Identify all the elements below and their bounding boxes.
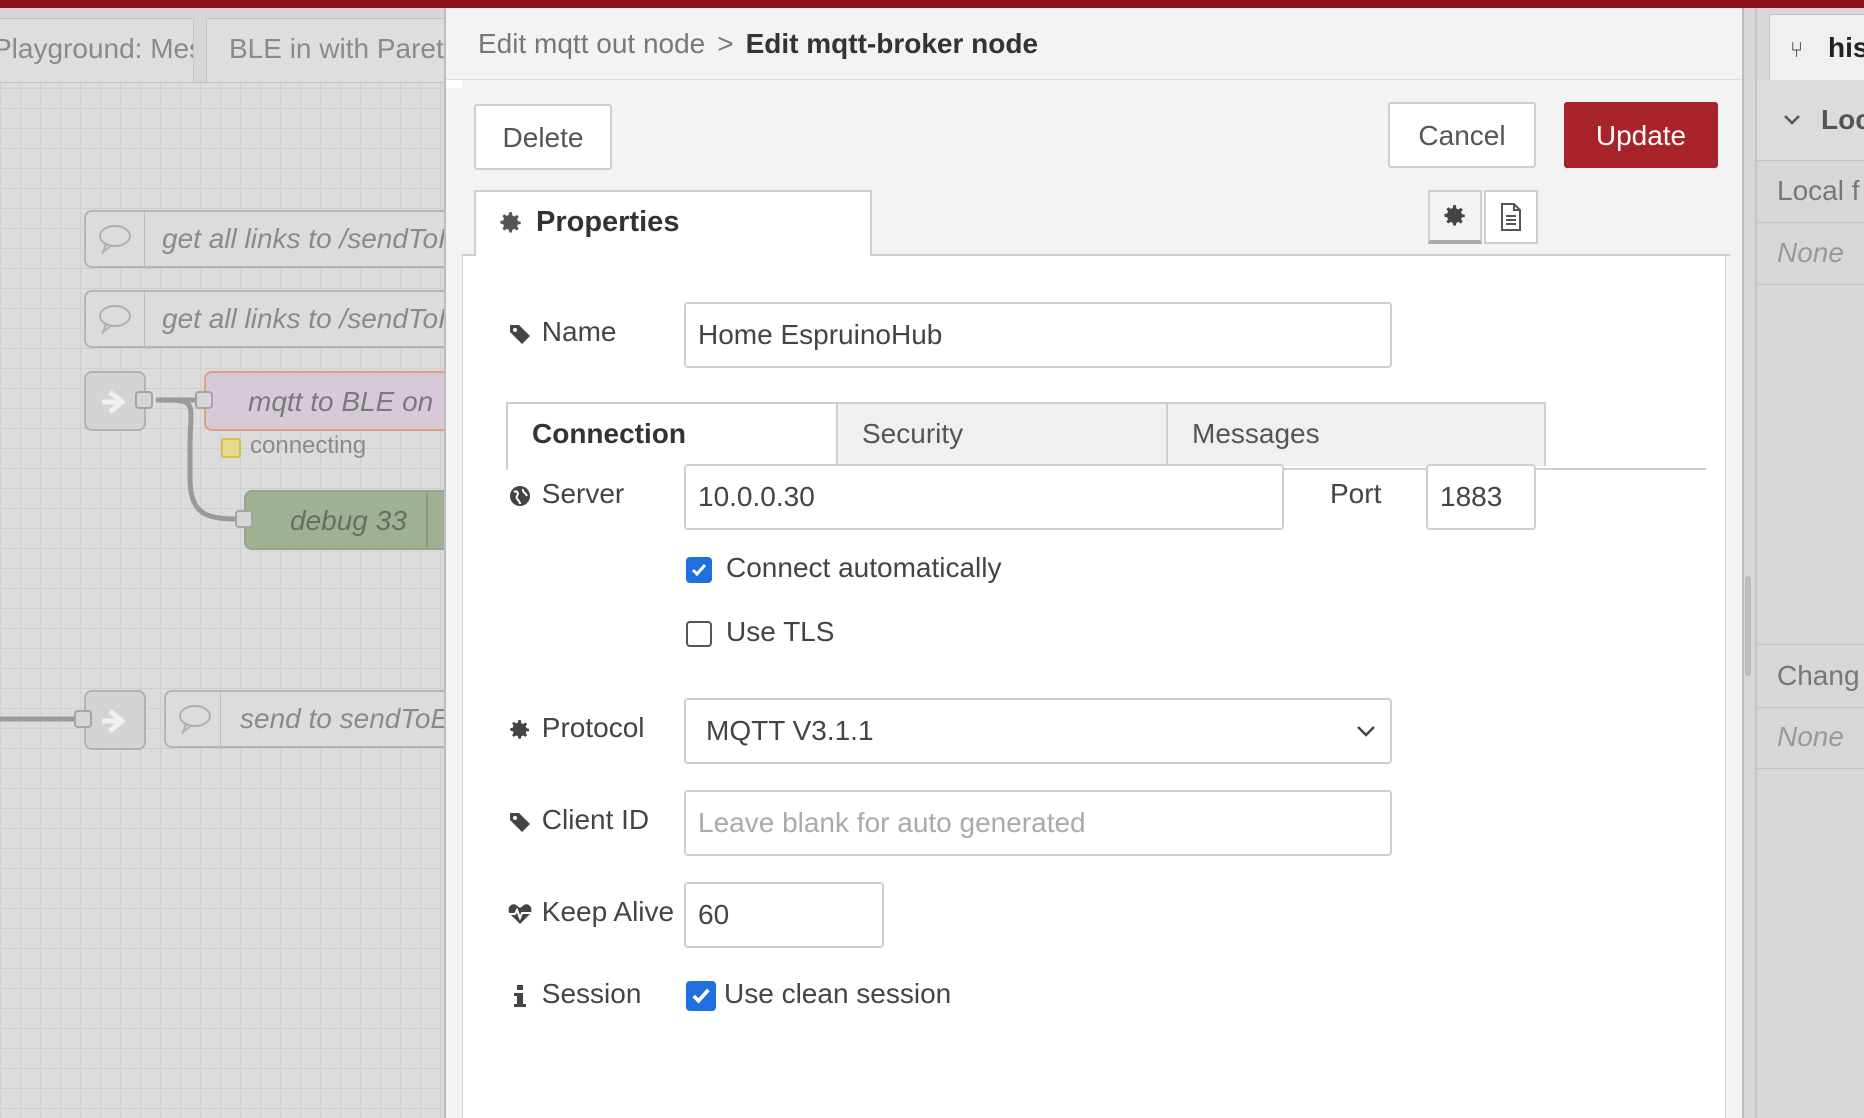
checkmark-icon: [691, 564, 707, 577]
tab-properties-label: Properties: [536, 206, 680, 238]
branch-icon: ⑂: [1790, 37, 1804, 62]
session-label: Session: [506, 978, 641, 1010]
node-label: mqtt to BLE on: [248, 386, 434, 417]
protocol-selected-value: MQTT V3.1.1: [706, 715, 874, 746]
sidebar-local-files: Local f: [1757, 160, 1864, 223]
comment-node[interactable]: get all links to /sendToI: [84, 210, 444, 268]
node-status-text: connecting: [250, 432, 367, 459]
flow-canvas[interactable]: Playground: Mes BLE in with Paret get al…: [0, 8, 444, 1118]
port-field[interactable]: [1426, 464, 1536, 530]
tray-toolbar: Delete Cancel Update: [462, 80, 1730, 183]
flow-wires: [0, 397, 245, 722]
breadcrumb: Edit mqtt out node > Edit mqtt-broker node: [446, 8, 1742, 80]
cancel-button[interactable]: Cancel: [1388, 102, 1536, 168]
input-port[interactable]: [74, 710, 92, 728]
comment-label: get all links to /sendToI: [162, 303, 444, 334]
settings-tab-button[interactable]: [1428, 190, 1482, 244]
sidebar-section-header[interactable]: Loc: [1757, 80, 1864, 161]
gear-icon: [510, 719, 529, 739]
clean-session-checkbox[interactable]: [686, 981, 716, 1011]
tab-security[interactable]: Security: [836, 402, 1216, 466]
comment-node[interactable]: send to sendToE: [164, 690, 444, 748]
sidebar-empty-text: None: [1757, 706, 1864, 769]
breadcrumb-previous[interactable]: Edit mqtt out node: [478, 28, 705, 59]
name-field[interactable]: [684, 302, 1392, 368]
tab-messages[interactable]: Messages: [1166, 402, 1546, 466]
use-tls-label: Use TLS: [726, 616, 835, 647]
input-port[interactable]: [195, 391, 213, 409]
breadcrumb-current: Edit mqtt-broker node: [745, 28, 1039, 59]
sidebar-tab-label: his: [1828, 32, 1864, 63]
debug-node[interactable]: debug 33: [244, 490, 444, 550]
comment-icon: [166, 692, 221, 746]
gear-icon: [500, 212, 521, 233]
comment-icon: [86, 212, 145, 266]
node-label: debug 33: [290, 505, 407, 536]
top-accent-bar: [0, 0, 1864, 8]
edit-tray: Edit mqtt out node > Edit mqtt-broker node…: [444, 8, 1744, 1118]
link-in-node[interactable]: [84, 690, 146, 750]
sidebar-empty-text: None: [1757, 222, 1864, 285]
right-sidebar: ⑂ his Loc Local f None Chang None: [1755, 8, 1864, 1118]
tray-resize-handle[interactable]: [1745, 576, 1751, 676]
tab-properties[interactable]: Properties: [474, 190, 872, 256]
server-label: Server: [506, 478, 624, 510]
broker-tabs: Connection Security Messages: [506, 402, 1706, 470]
server-field[interactable]: [684, 464, 1284, 530]
name-label: Name: [506, 316, 616, 348]
clean-session-label: Use clean session: [724, 978, 952, 1009]
keep-alive-label: Keep Alive: [506, 896, 674, 928]
breadcrumb-separator: >: [717, 28, 734, 59]
connect-automatically-checkbox[interactable]: [686, 557, 712, 583]
checkmark-icon: [692, 988, 710, 1004]
client-id-label: Client ID: [506, 804, 649, 836]
comment-node[interactable]: get all links to /sendToI: [84, 290, 444, 348]
output-port[interactable]: [135, 391, 153, 409]
comment-label: send to sendToE: [240, 703, 444, 734]
chevron-down-icon: [1357, 726, 1375, 737]
comment-icon: [86, 292, 145, 346]
comment-label: get all links to /sendToI: [162, 223, 444, 254]
protocol-select[interactable]: MQTT V3.1.1: [684, 698, 1392, 764]
info-icon: [514, 984, 526, 1007]
use-tls-checkbox[interactable]: [686, 621, 712, 647]
keep-alive-field[interactable]: [684, 882, 884, 948]
sidebar-changes: Chang: [1757, 644, 1864, 708]
protocol-label: Protocol: [506, 712, 645, 744]
link-arrow-icon: [102, 709, 126, 733]
status-indicator-icon: [221, 438, 241, 458]
delete-button[interactable]: Delete: [474, 104, 612, 170]
gear-icon: [1444, 205, 1465, 226]
port-label: Port: [1330, 478, 1382, 509]
chevron-down-icon: [1784, 115, 1800, 125]
client-id-field[interactable]: [684, 790, 1392, 856]
sidebar-tab-history[interactable]: ⑂ his: [1769, 14, 1864, 81]
mqtt-out-node[interactable]: mqtt to BLE on: [204, 371, 444, 431]
input-port[interactable]: [235, 510, 253, 528]
update-button[interactable]: Update: [1564, 102, 1718, 168]
link-arrow-icon: [102, 390, 126, 414]
description-tab-button[interactable]: [1484, 190, 1538, 244]
tray-tab-bar: Properties: [462, 182, 1730, 256]
file-text-icon: [1501, 203, 1521, 231]
heartbeat-icon: [508, 903, 532, 924]
tab-connection[interactable]: Connection: [506, 402, 886, 470]
globe-icon: [510, 485, 530, 506]
properties-form: Name Connection Security Messages Server…: [462, 254, 1730, 1118]
tag-icon: [510, 812, 530, 832]
tag-icon: [510, 324, 530, 344]
connect-automatically-label: Connect automatically: [726, 552, 1002, 583]
